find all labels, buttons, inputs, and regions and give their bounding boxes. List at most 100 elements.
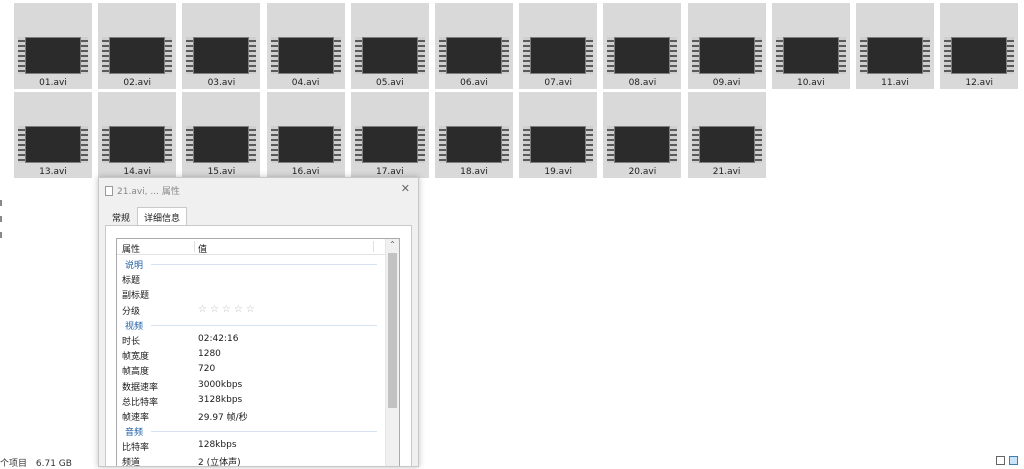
file-tile[interactable]: 21.avi	[687, 92, 766, 178]
section-header[interactable]: 视频	[117, 317, 385, 332]
video-thumbnail-icon	[270, 126, 341, 163]
property-rows: 说明 标题 副标题 分级 ☆☆☆☆☆ 视频 时长 02:42:16 帧宽度 1280 帧高度 720 数…	[117, 256, 385, 466]
left-edge-marks	[0, 200, 3, 248]
video-thumbnail-icon	[186, 37, 257, 74]
view-switcher	[996, 456, 1018, 465]
video-thumbnail-icon	[944, 37, 1015, 74]
property-row[interactable]: 频道 2 (立体声)	[117, 453, 385, 466]
file-tile[interactable]: 04.avi	[266, 3, 345, 89]
property-name: 帧速率	[122, 412, 150, 423]
video-thumbnail-icon	[354, 126, 425, 163]
video-thumbnail-icon	[691, 126, 762, 163]
property-name: 总比特率	[122, 397, 159, 408]
file-name: 05.avi	[375, 78, 404, 88]
property-value: 2 (立体声)	[198, 458, 241, 466]
large-icons-view-icon[interactable]	[1009, 456, 1018, 465]
file-name: 14.avi	[123, 167, 152, 177]
video-thumbnail-icon	[102, 37, 173, 74]
property-name: 比特率	[122, 443, 150, 454]
video-thumbnail-icon	[775, 37, 846, 74]
file-name: 15.avi	[207, 167, 236, 177]
file-tile[interactable]: 10.avi	[771, 3, 850, 89]
file-name: 07.avi	[544, 78, 573, 88]
file-tile[interactable]: 03.avi	[182, 3, 261, 89]
file-tile[interactable]: 13.avi	[14, 92, 92, 178]
file-tile[interactable]: 01.avi	[14, 3, 92, 89]
property-name: 数据速率	[122, 382, 159, 393]
file-tile[interactable]: 06.avi	[435, 3, 513, 89]
property-name: 频道	[122, 458, 141, 466]
section-header[interactable]: 说明	[117, 256, 385, 271]
property-name: 分级	[122, 306, 141, 317]
video-thumbnail-icon	[691, 37, 762, 74]
file-tile[interactable]: 19.avi	[519, 92, 598, 178]
property-list: 属性 值 说明 标题 副标题 分级 ☆☆☆☆☆ 视频 时长 02:42:16 帧宽度 1280 帧高…	[116, 238, 400, 466]
property-row[interactable]: 帧速率 29.97 帧/秒	[117, 408, 385, 423]
file-name: 02.avi	[123, 78, 152, 88]
scroll-thumb[interactable]	[388, 253, 397, 408]
file-name: 12.avi	[965, 78, 994, 88]
property-row[interactable]: 帧宽度 1280	[117, 347, 385, 362]
property-name: 时长	[122, 336, 141, 347]
file-tile[interactable]: 08.avi	[603, 3, 682, 89]
video-thumbnail-icon	[860, 37, 930, 74]
property-value: 128kbps	[198, 440, 237, 451]
file-name: 06.avi	[460, 78, 488, 88]
property-name: 标题	[122, 276, 141, 287]
file-tile[interactable]: 07.avi	[519, 3, 598, 89]
video-thumbnail-icon	[102, 126, 173, 163]
rating-stars[interactable]: ☆☆☆☆☆	[198, 304, 258, 315]
property-row[interactable]: 副标题	[117, 286, 385, 301]
status-bar: 个项目 6.71 GB	[0, 456, 78, 469]
file-name: 20.avi	[628, 167, 657, 177]
property-value: 3128kbps	[198, 394, 243, 405]
dialog-title-text: 21.avi, ... 属性	[117, 187, 180, 197]
file-tile[interactable]: 17.avi	[350, 92, 429, 178]
file-tile[interactable]: 09.avi	[687, 3, 766, 89]
file-icon	[105, 185, 113, 196]
video-thumbnail-icon	[439, 126, 509, 163]
file-name: 09.avi	[712, 78, 741, 88]
file-tile[interactable]: 16.avi	[266, 92, 345, 178]
file-name: 21.avi	[712, 167, 741, 177]
file-tile[interactable]: 11.avi	[856, 3, 934, 89]
property-row[interactable]: 总比特率 3128kbps	[117, 393, 385, 408]
scroll-up-icon[interactable]: ⌃	[386, 240, 399, 249]
details-view-icon[interactable]	[996, 456, 1005, 465]
video-thumbnail-icon	[18, 126, 88, 163]
file-name: 16.avi	[291, 167, 320, 177]
file-name: 01.avi	[39, 78, 67, 88]
file-tile[interactable]: 02.avi	[98, 3, 177, 89]
file-name: 10.avi	[796, 78, 825, 88]
section-header[interactable]: 音频	[117, 423, 385, 438]
property-row[interactable]: 数据速率 3000kbps	[117, 378, 385, 393]
file-tile[interactable]: 12.avi	[940, 3, 1019, 89]
file-tile[interactable]: 15.avi	[182, 92, 261, 178]
column-header-property[interactable]: 属性	[122, 242, 140, 255]
file-tile[interactable]: 05.avi	[350, 3, 429, 89]
properties-dialog: 21.avi, ... 属性 ✕ 常规 详细信息 属性 值 说明 标题 副标题 分级 ☆…	[98, 177, 419, 467]
section-label: 音频	[125, 428, 144, 439]
file-tile[interactable]: 18.avi	[435, 92, 513, 178]
property-row[interactable]: 标题	[117, 271, 385, 286]
property-value: 02:42:16	[198, 333, 239, 344]
section-label: 说明	[125, 261, 144, 271]
property-name: 帧高度	[122, 367, 150, 378]
property-row[interactable]: 比特率 128kbps	[117, 438, 385, 453]
file-tile[interactable]: 20.avi	[603, 92, 682, 178]
item-count-label: 个项目	[0, 459, 28, 469]
file-name: 17.avi	[375, 167, 404, 177]
selection-size: 6.71 GB	[35, 459, 72, 469]
file-name: 03.avi	[207, 78, 236, 88]
file-name: 19.avi	[544, 167, 573, 177]
video-thumbnail-icon	[439, 37, 509, 74]
column-header-value[interactable]: 值	[198, 242, 207, 255]
file-tile[interactable]: 14.avi	[98, 92, 177, 178]
video-thumbnail-icon	[354, 37, 425, 74]
property-name: 帧宽度	[122, 352, 150, 363]
property-row[interactable]: 帧高度 720	[117, 362, 385, 377]
close-icon[interactable]: ✕	[401, 182, 410, 195]
property-row[interactable]: 分级 ☆☆☆☆☆	[117, 302, 385, 317]
property-row[interactable]: 时长 02:42:16	[117, 332, 385, 347]
vertical-scrollbar[interactable]: ⌃	[385, 239, 399, 466]
